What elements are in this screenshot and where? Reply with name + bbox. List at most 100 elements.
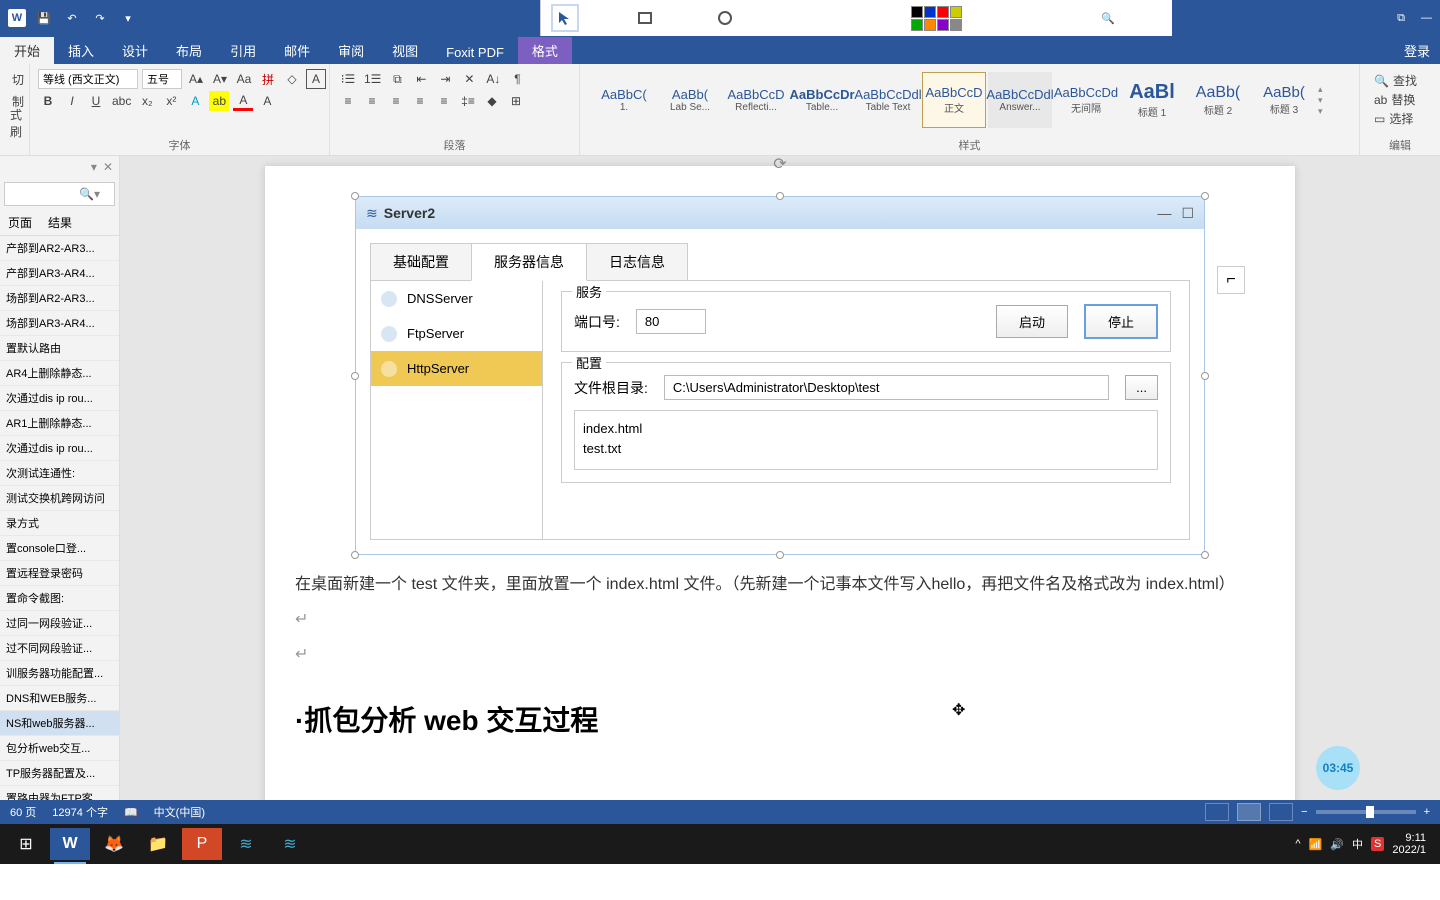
resize-handle[interactable]: [1201, 372, 1209, 380]
nav-heading-item[interactable]: TP服务器配置及...: [0, 761, 119, 786]
task-firefox-icon[interactable]: 🦊: [94, 828, 134, 860]
style-item[interactable]: AaBb(Lab Se...: [658, 72, 722, 128]
server-side-http[interactable]: HttpServer: [371, 351, 542, 386]
spellcheck-icon[interactable]: 📖: [124, 806, 138, 819]
nav-heading-item[interactable]: 产部到AR3-AR4...: [0, 261, 119, 286]
nav-close-icon[interactable]: ✕: [103, 160, 113, 174]
root-input[interactable]: [664, 375, 1109, 400]
resize-handle[interactable]: [351, 192, 359, 200]
tray-up-icon[interactable]: ^: [1295, 838, 1300, 850]
nav-heading-item[interactable]: 录方式: [0, 511, 119, 536]
italic-button[interactable]: I: [62, 91, 82, 111]
resize-handle[interactable]: [351, 551, 359, 559]
align-right-icon[interactable]: ≡: [386, 91, 406, 111]
nav-dropdown-icon[interactable]: ▾: [91, 160, 97, 174]
status-lang[interactable]: 中文(中国): [154, 804, 205, 820]
start-button[interactable]: 启动: [996, 305, 1068, 338]
nav-heading-item[interactable]: 场部到AR3-AR4...: [0, 311, 119, 336]
restore-icon[interactable]: ⧉: [1397, 12, 1405, 25]
arrow-tool[interactable]: ↗: [751, 4, 779, 32]
nav-heading-item[interactable]: DNS和WEB服务...: [0, 686, 119, 711]
port-input[interactable]: [636, 309, 706, 334]
style-item[interactable]: AaBbCcDd无间隔: [1054, 72, 1118, 128]
nav-search[interactable]: 🔍▾: [4, 182, 115, 206]
pencil-tool[interactable]: ✎: [591, 4, 619, 32]
selected-image-frame[interactable]: ⟳ ⌐ ≋ Server2 — ☐: [355, 196, 1205, 555]
task-app1-icon[interactable]: ≋: [226, 828, 266, 860]
clear-format-icon[interactable]: ◇: [282, 69, 302, 89]
tray-sogou-icon[interactable]: S: [1371, 837, 1384, 851]
shading-icon[interactable]: ◆: [482, 91, 502, 111]
tray-sound-icon[interactable]: 🔊: [1330, 838, 1344, 851]
nav-heading-item[interactable]: 次通过dis ip rou...: [0, 386, 119, 411]
text-tool[interactable]: T: [791, 4, 819, 32]
indent-right-icon[interactable]: ⇥: [435, 69, 455, 89]
bullets-icon[interactable]: ⁝☰: [338, 69, 358, 89]
tab-layout[interactable]: 布局: [162, 37, 216, 64]
strike-button[interactable]: abc: [110, 91, 133, 111]
underline-button[interactable]: U: [86, 91, 106, 111]
nav-heading-item[interactable]: 次测试连通性:: [0, 461, 119, 486]
cut-icon[interactable]: 切: [8, 69, 28, 89]
nav-heading-item[interactable]: NS和web服务器...: [0, 711, 119, 736]
nav-heading-item[interactable]: 场部到AR2-AR3...: [0, 286, 119, 311]
view-read-icon[interactable]: [1205, 803, 1229, 821]
nav-heading-item[interactable]: 置默认路由: [0, 336, 119, 361]
numbering-icon[interactable]: 1☰: [362, 69, 383, 89]
rotate-handle-icon[interactable]: ⟳: [773, 156, 786, 174]
minimize-icon[interactable]: —: [1157, 205, 1171, 222]
tab-mailings[interactable]: 邮件: [270, 37, 324, 64]
circle-tool[interactable]: [711, 4, 739, 32]
style-item[interactable]: AaBbCcDdlTable Text: [856, 72, 920, 128]
view-web-icon[interactable]: [1269, 803, 1293, 821]
phonetic-icon[interactable]: 拼: [258, 69, 278, 89]
highlight-icon[interactable]: ab: [209, 91, 229, 111]
nav-heading-item[interactable]: AR4上删除静态...: [0, 361, 119, 386]
nav-heading-item[interactable]: 置远程登录密码: [0, 561, 119, 586]
tab-review[interactable]: 审阅: [324, 37, 378, 64]
save-icon[interactable]: 💾: [34, 8, 54, 28]
rect-tool[interactable]: [631, 4, 659, 32]
show-marks-icon[interactable]: ¶: [507, 69, 527, 89]
font-size-select[interactable]: [142, 69, 182, 89]
nav-search-input[interactable]: [9, 187, 79, 201]
view-print-icon[interactable]: [1237, 803, 1261, 821]
replace-button[interactable]: ab替换: [1374, 91, 1426, 108]
resize-handle[interactable]: [776, 551, 784, 559]
indent-left-icon[interactable]: ⇤: [411, 69, 431, 89]
server-tab-info[interactable]: 服务器信息: [471, 243, 587, 281]
list-tool[interactable]: ☰: [871, 4, 899, 32]
zoom-slider[interactable]: [1316, 810, 1416, 814]
justify-icon[interactable]: ≡: [410, 91, 430, 111]
resize-handle[interactable]: [1201, 551, 1209, 559]
nav-heading-item[interactable]: 过不同网段验证...: [0, 636, 119, 661]
superscript-button[interactable]: x²: [161, 91, 181, 111]
select-button[interactable]: ▭选择: [1374, 110, 1426, 127]
nav-heading-item[interactable]: 训服务器功能配置...: [0, 661, 119, 686]
color-palette[interactable]: [911, 6, 962, 31]
zoom-icon[interactable]: 🔍: [1094, 4, 1122, 32]
subscript-button[interactable]: x₂: [137, 91, 157, 111]
bold-button[interactable]: B: [38, 91, 58, 111]
task-word-icon[interactable]: W: [50, 828, 90, 860]
tray-ime[interactable]: 中: [1352, 836, 1363, 852]
style-item[interactable]: AaBbCcDrTable...: [790, 72, 854, 128]
server-tab-basic[interactable]: 基础配置: [370, 243, 472, 281]
task-explorer-icon[interactable]: 📁: [138, 828, 178, 860]
nav-heading-item[interactable]: 置路由器为FTP客...: [0, 786, 119, 800]
undo-annot-icon[interactable]: ↶: [974, 4, 1002, 32]
sort-icon[interactable]: A↓: [483, 69, 503, 89]
change-case-icon[interactable]: Aa: [234, 69, 254, 89]
server-tab-log[interactable]: 日志信息: [586, 243, 688, 281]
char-border-icon[interactable]: A: [306, 69, 326, 89]
zoom-out-icon[interactable]: −: [1301, 806, 1307, 818]
char-shading-icon[interactable]: A: [257, 91, 277, 111]
qat-dropdown-icon[interactable]: ▾: [118, 8, 138, 28]
tab-references[interactable]: 引用: [216, 37, 270, 64]
nav-heading-item[interactable]: 次通过dis ip rou...: [0, 436, 119, 461]
nav-heading-item[interactable]: 包分析web交互...: [0, 736, 119, 761]
status-words[interactable]: 12974 个字: [52, 804, 108, 820]
tab-view[interactable]: 视图: [378, 37, 432, 64]
minimize-icon[interactable]: —: [1421, 12, 1432, 25]
resize-handle[interactable]: [1201, 192, 1209, 200]
